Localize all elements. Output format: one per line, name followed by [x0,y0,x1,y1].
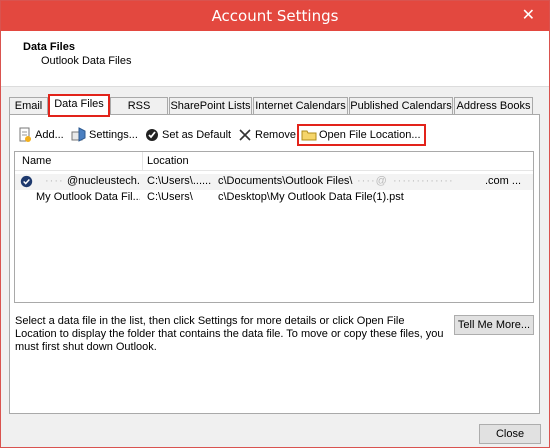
tab-address-books[interactable]: Address Books [454,97,533,115]
close-icon[interactable]: ✕ [522,5,535,24]
tab-sharepoint-lists[interactable]: SharePoint Lists [169,97,252,115]
location-path: c\Desktop\My Outlook Data File(1).pst [218,191,404,203]
redacted-location-user: ····@ [357,175,388,187]
set-as-default-button[interactable]: Set as Default [144,127,231,143]
add-label: Add... [35,129,64,141]
settings-button[interactable]: Settings... [71,127,138,143]
location-prefix: C:\Users\...... [147,175,212,187]
location-prefix: C:\Users\ [147,191,193,203]
tell-me-more-button[interactable]: Tell Me More... [454,315,534,335]
remove-label: Remove [255,129,296,141]
close-button[interactable]: Close [479,424,541,444]
title-bar[interactable]: Account Settings ✕ [1,1,549,31]
section-subtitle: Outlook Data Files [41,55,132,67]
header-area: Data Files Outlook Data Files [1,31,549,87]
tab-rss-feeds[interactable]: RSS Feeds [110,97,168,128]
file-name: My Outlook Data Fil... [36,191,140,203]
file-name: @nucleustech... [67,175,139,187]
column-location[interactable]: Location [147,155,189,167]
checkmark-circle-icon [146,129,158,141]
location-path: c\Documents\Outlook Files\ [218,175,353,187]
remove-button[interactable]: Remove [237,127,296,143]
set-as-default-label: Set as Default [162,129,232,141]
add-file-icon [19,127,31,142]
tab-internet-calendars[interactable]: Internet Calendars [253,97,348,115]
location-suffix: .com ... [485,175,522,187]
list-header: Name Location [15,152,533,171]
settings-label: Settings... [89,129,138,141]
tab-data-files[interactable]: Data Files [48,94,110,117]
table-row[interactable]: My Outlook Data Fil... C:\Users\ c\Deskt… [15,190,533,206]
tab-published-calendars[interactable]: Published Calendars [349,97,453,115]
section-title: Data Files [23,41,75,53]
remove-x-icon [239,129,251,141]
redacted-location-domain: ············· [393,175,454,187]
tab-email[interactable]: Email [9,97,48,115]
column-name[interactable]: Name [22,155,51,167]
window-title: Account Settings [211,7,339,25]
column-divider[interactable] [142,152,143,171]
default-file-check-icon [20,175,33,188]
help-description: Select a data file in the list, then cli… [15,315,444,353]
account-settings-window: Account Settings ✕ Data Files Outlook Da… [0,0,550,448]
data-files-list[interactable]: Name Location ···· @nucleustech... C:\Us… [14,151,534,303]
redacted-name-prefix: ···· [45,175,64,187]
open-file-location-highlight [297,124,426,146]
add-button[interactable]: Add... [17,127,64,143]
settings-icon [71,127,86,142]
table-row[interactable]: ···· @nucleustech... C:\Users\...... c\D… [15,174,533,190]
tab-strip: Email Data Files RSS Feeds SharePoint Li… [9,94,539,128]
